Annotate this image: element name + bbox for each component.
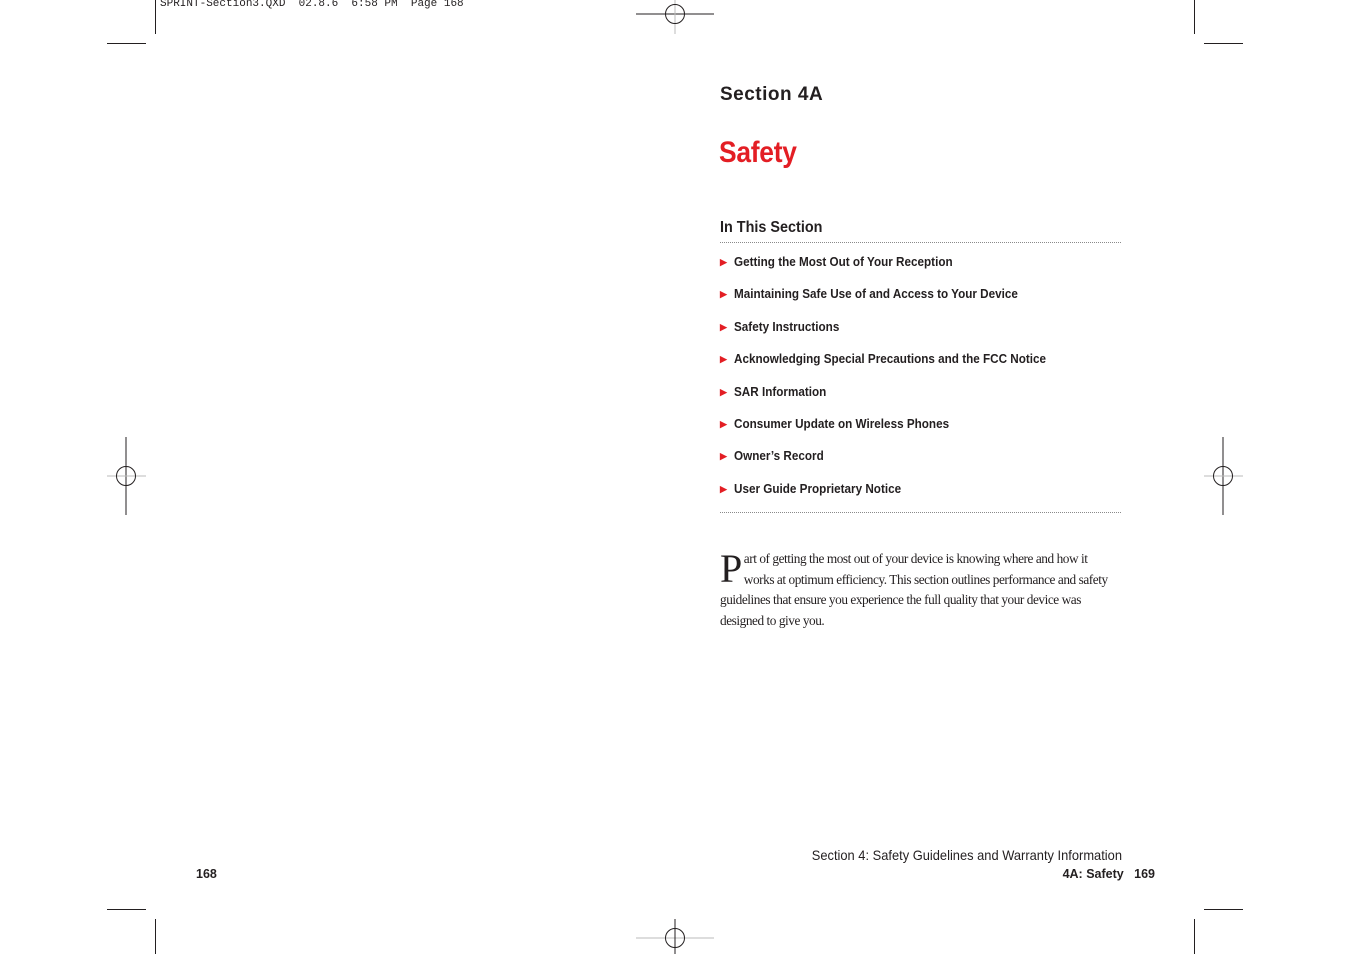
- right-page-number: 169: [1134, 867, 1155, 881]
- triangle-right-icon: ▶: [720, 483, 727, 494]
- toc-item[interactable]: ▶ Consumer Update on Wireless Phones: [720, 414, 1120, 446]
- intro-text: art of getting the most out of your devi…: [720, 551, 1108, 629]
- in-this-section-heading: In This Section: [720, 219, 823, 236]
- registration-mark-icon: [107, 437, 146, 515]
- toc-item[interactable]: ▶ Owner’s Record: [720, 446, 1120, 478]
- drop-cap: P: [720, 546, 742, 591]
- crop-mark: [155, 0, 156, 34]
- triangle-right-icon: ▶: [720, 386, 727, 397]
- crop-mark: [107, 909, 146, 910]
- registration-mark-icon: [1204, 437, 1243, 515]
- divider: [720, 512, 1121, 513]
- registration-mark-icon: [636, 0, 714, 34]
- footer-chapter-label: 4A: Safety: [1062, 867, 1124, 881]
- triangle-right-icon: ▶: [720, 451, 727, 462]
- crop-mark: [107, 43, 146, 44]
- registration-mark-icon: [636, 919, 714, 954]
- section-label: Section 4A: [720, 84, 824, 105]
- crop-mark: [1194, 919, 1195, 954]
- intro-paragraph: Part of getting the most out of your dev…: [720, 549, 1120, 632]
- toc-item[interactable]: ▶ Getting the Most Out of Your Reception: [720, 252, 1120, 284]
- toc-item[interactable]: ▶ Maintaining Safe Use of and Access to Y…: [720, 284, 1120, 316]
- left-page-number: 168: [196, 867, 217, 881]
- page-title: Safety: [719, 136, 797, 169]
- triangle-right-icon: ▶: [720, 257, 727, 267]
- print-slug: SPRINT-Section3.QXD 02.8.6 6:58 PM Page …: [160, 0, 464, 10]
- crop-mark: [1204, 909, 1243, 910]
- triangle-right-icon: ▶: [720, 289, 727, 300]
- triangle-right-icon: ▶: [720, 354, 727, 365]
- crop-mark: [1194, 0, 1195, 34]
- triangle-right-icon: ▶: [720, 321, 727, 332]
- toc-item[interactable]: ▶ User Guide Proprietary Notice: [720, 479, 1120, 511]
- toc-item[interactable]: ▶ Acknowledging Special Precautions and t…: [720, 349, 1120, 381]
- divider: [720, 242, 1121, 243]
- crop-mark: [155, 919, 156, 954]
- toc-item[interactable]: ▶ Safety Instructions: [720, 317, 1120, 349]
- triangle-right-icon: ▶: [720, 418, 727, 429]
- section-contents-list: ▶ Getting the Most Out of Your Reception …: [720, 252, 1120, 511]
- right-footer: 4A: Safety 169: [960, 867, 1155, 881]
- crop-mark: [1204, 43, 1243, 44]
- footer-section-title: Section 4: Safety Guidelines and Warrant…: [811, 847, 1122, 863]
- toc-item[interactable]: ▶ SAR Information: [720, 382, 1120, 414]
